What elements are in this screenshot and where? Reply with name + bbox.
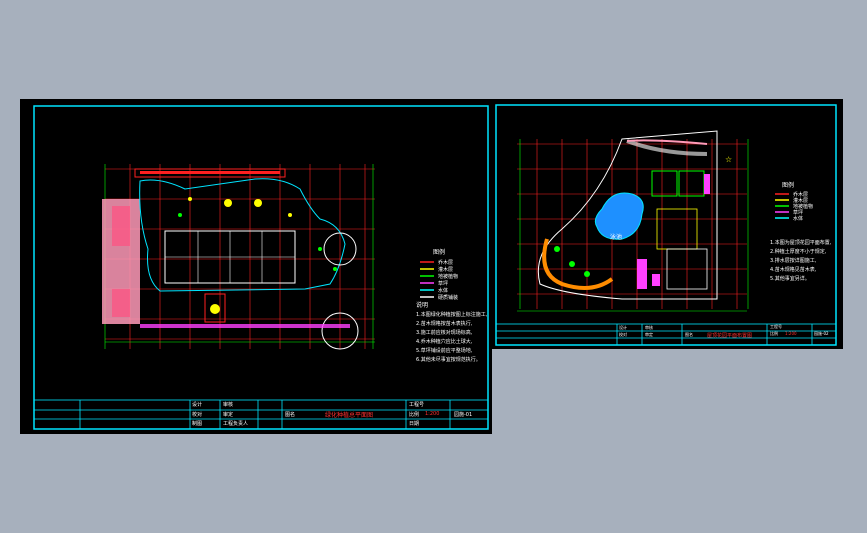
legend-item: 乔木层: [438, 259, 453, 266]
legend-item: 灌木层: [793, 197, 808, 204]
sheet1-site-boundary: [139, 178, 346, 292]
sheet2-sheet-number: 园施-02: [814, 331, 829, 336]
legend-item: 草坪: [793, 209, 803, 216]
drawing-sheet-1[interactable]: 图例 乔木层 灌木层 地被植物 草坪 水体 硬质铺装 说明 1.本图绿化种植按图上标注施工…: [20, 99, 492, 434]
sheet2-legend-title: 图例: [782, 181, 794, 189]
legend-item: 硬质铺装: [438, 294, 458, 301]
note-line: 4.乔木种植穴应比土球大,: [416, 338, 473, 345]
approver-label: 审定: [645, 332, 653, 337]
approver-label: 审定: [223, 411, 234, 418]
sheet1-canvas: 图例 乔木层灌木层地被植物草坪水体硬质铺装 说明 1.本图绿化种植按图上标注施工…: [33, 105, 489, 430]
sheet1-legend-title: 图例: [433, 248, 445, 256]
sheet2-path: [542, 238, 614, 290]
designer-label: 设计: [192, 402, 203, 408]
legend-item: 灌木层: [438, 266, 453, 273]
note-line: 2.种植土厚度不小于规定,: [770, 248, 827, 255]
designer-label: 设计: [619, 325, 627, 330]
sheet1-tree-symbols: [188, 197, 292, 217]
sheet2-scale-value: 1:200: [785, 331, 797, 336]
sheet1-dimensions: [104, 164, 375, 349]
sheet1-sheet-number: 园施-01: [454, 412, 473, 418]
note-line: 4.苗木规格见苗木表,: [770, 266, 817, 273]
legend-item: 乔木层: [793, 191, 808, 198]
sheet2-project-label: 工程号: [770, 324, 782, 329]
drafter-label: 制图: [192, 421, 203, 427]
sheet2-canvas: 泳池 ☆ 图例 乔木层灌木层地被植物草坪水体 1.本图为屋顶花园平面布置, 2.种…: [495, 104, 837, 346]
sheet1-grid: [105, 164, 375, 349]
sheet1-date-label: 日期: [409, 421, 420, 427]
sheet1-notes: 1.本图绿化种植按图上标注施工, 2.苗木规格按苗木表执行, 3.施工前应核对现场标…: [416, 311, 488, 363]
drawing-sheet-2[interactable]: 泳池 ☆ 图例 乔木层 灌木层 地被植物 草坪 水体 1.本图为屋顶花园平面布置, 2.种…: [492, 99, 843, 349]
checker-label: 校对: [192, 411, 203, 418]
note-line: 1.本图为屋顶花园平面布置,: [770, 239, 832, 246]
note-line: 6.其他未尽事宜按规范执行。: [416, 356, 481, 363]
sheet1-drawing-name: 绿化种植总平面图: [325, 412, 374, 419]
note-line: 3.施工前应核对现场标高,: [416, 329, 473, 336]
sheet2-notes: 1.本图为屋顶花园平面布置, 2.种植土厚度不小于规定, 3.排水层按详图施工, 4.…: [770, 239, 832, 282]
note-line: 1.本图绿化种植按图上标注施工,: [416, 311, 488, 318]
sheet2-title-labels: 设计 校对: [619, 324, 627, 338]
sheet2-drawing-name: 屋顶花园平面布置图: [707, 333, 753, 339]
sheet2-scale-label: 比例: [770, 331, 778, 336]
sheet1-drawing-name-label: 图名: [285, 412, 296, 418]
sheet2-pool-label: 泳池: [610, 233, 622, 241]
legend-item: 水体: [438, 287, 448, 294]
sheet1-project-label: 工程号: [409, 402, 425, 408]
sheet2-drawing-name-label: 图名: [685, 332, 693, 337]
reviewer-label: 审核: [223, 402, 234, 408]
note-line: 5.草坪铺设前应平整场地,: [416, 347, 473, 354]
sheet2-pool: [594, 192, 644, 240]
sheet2-title-labels-2: 审核 审定: [645, 324, 653, 338]
note-line: 2.苗木规格按苗木表执行,: [416, 320, 473, 327]
sheet1-title-labels-2: 审核 审定 工程负责人: [223, 401, 248, 430]
checker-label: 校对: [619, 332, 627, 337]
legend-item: 地被植物: [793, 203, 813, 210]
legend-item: 地被植物: [438, 273, 458, 280]
legend-item: 草坪: [438, 280, 448, 287]
project-lead-label: 工程负责人: [223, 421, 249, 427]
sheet1-notes-title: 说明: [416, 301, 428, 309]
sheet1-scale-value: 1:200: [425, 411, 440, 417]
legend-item: 水体: [793, 215, 803, 222]
star-icon: ☆: [725, 155, 732, 164]
sheet1-title-labels: 设计 校对 制图: [192, 401, 202, 430]
sheet2-legend: 乔木层灌木层地被植物草坪水体: [775, 191, 813, 222]
sheet1-scale-label: 比例: [409, 412, 420, 418]
note-line: 3.排水层按详图施工,: [770, 257, 817, 264]
reviewer-label: 审核: [645, 325, 653, 330]
note-line: 5.其他事宜另详。: [770, 275, 810, 282]
sheet1-legend: 乔木层灌木层地被植物草坪水体硬质铺装: [420, 259, 458, 301]
